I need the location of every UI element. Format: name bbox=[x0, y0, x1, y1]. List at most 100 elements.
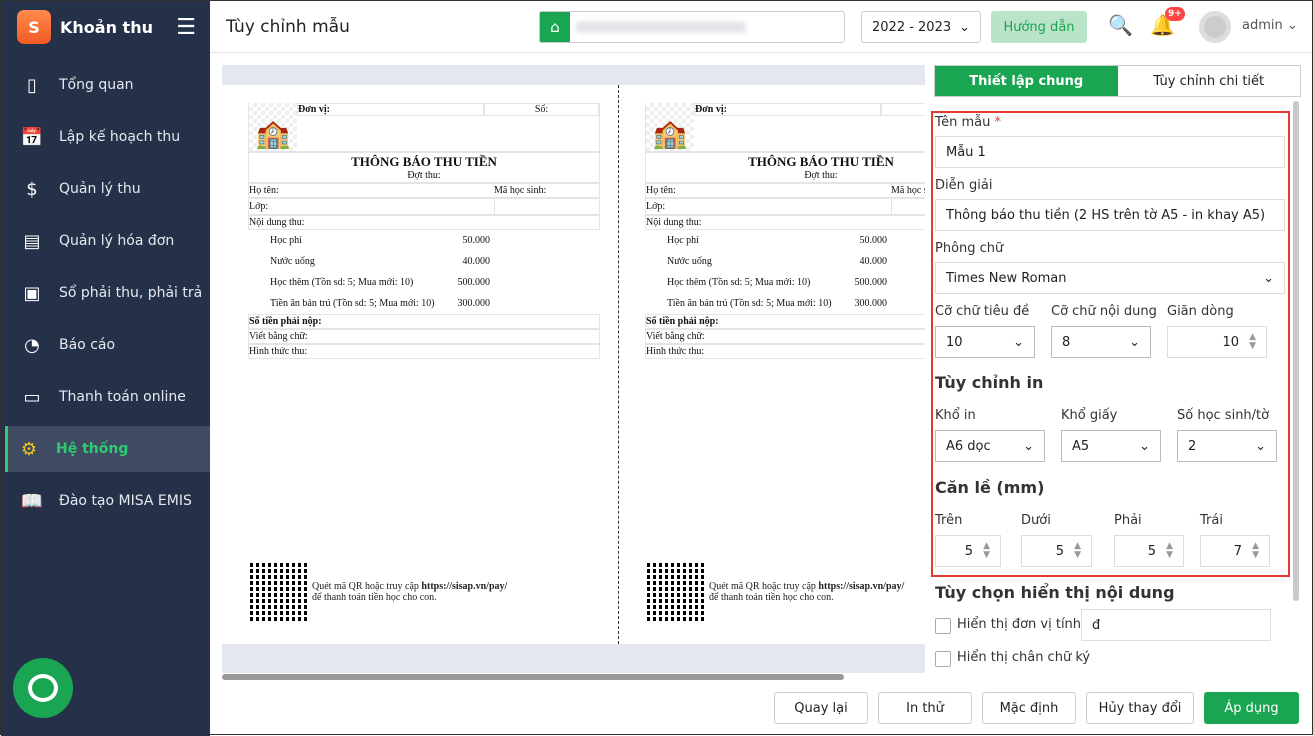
guide-button[interactable]: Hướng dẫn bbox=[991, 11, 1087, 43]
tab-detail[interactable]: Tùy chỉnh chi tiết bbox=[1118, 66, 1301, 96]
fee-item: Tiền ăn bán trú (Tồn sd: 5; Mua mới: 10)… bbox=[645, 293, 925, 314]
search-chart-icon[interactable]: 🔍 bbox=[1108, 13, 1133, 37]
receipt-title: THÔNG BÁO THU TIỀN bbox=[748, 154, 894, 169]
user-menu[interactable]: admin ⌄ bbox=[1242, 18, 1298, 33]
template-name-input[interactable]: Mẫu 1 bbox=[935, 136, 1285, 168]
title-size-label: Cỡ chữ tiêu đề bbox=[935, 304, 1030, 319]
title-size-value: 10 bbox=[946, 334, 963, 350]
calendar-dollar-icon: 📅 bbox=[20, 126, 44, 148]
school-selector[interactable]: ⌂ bbox=[539, 11, 845, 43]
sidebar-item-dao-tao[interactable]: 📖 Đào tạo MISA EMIS bbox=[1, 478, 210, 524]
cancel-changes-button[interactable]: Hủy thay đổi bbox=[1086, 692, 1194, 724]
margin-right-input[interactable]: 5 ▲ ▼ bbox=[1114, 535, 1184, 567]
paper-size-select[interactable]: A5 ⌄ bbox=[1061, 430, 1161, 462]
number-label: Số: bbox=[881, 103, 925, 116]
margin-bottom-label: Dưới bbox=[1021, 513, 1051, 528]
spinner-icon[interactable]: ▲ ▼ bbox=[983, 542, 990, 560]
content-size-select[interactable]: 8 ⌄ bbox=[1051, 326, 1151, 358]
fee-name: Học phí bbox=[270, 235, 302, 246]
year-value: 2022 - 2023 bbox=[872, 19, 952, 35]
margin-top-input[interactable]: 5 ▲ ▼ bbox=[935, 535, 1001, 567]
spinner-icon[interactable]: ▲ ▼ bbox=[1252, 542, 1259, 560]
menu-icon[interactable]: ☰ bbox=[176, 15, 196, 40]
horizontal-scrollbar[interactable] bbox=[222, 674, 844, 680]
margin-top-label: Trên bbox=[935, 513, 963, 528]
margin-left-label: Trái bbox=[1200, 513, 1223, 528]
preview-bottom-strip bbox=[222, 644, 925, 673]
margin-right-value: 5 bbox=[1147, 543, 1157, 559]
number-label: Số: bbox=[484, 103, 599, 116]
fee-amount: 500.000 bbox=[457, 277, 491, 288]
apply-button[interactable]: Áp dụng bbox=[1204, 692, 1299, 724]
paper-size-label: Khổ giấy bbox=[1061, 408, 1118, 423]
amount-due-label: Số tiền phải nộp: bbox=[646, 316, 719, 327]
font-select[interactable]: Times New Roman ⌄ bbox=[935, 262, 1285, 294]
qr-text: Quét mã QR hoặc truy cập bbox=[709, 581, 819, 592]
print-size-select[interactable]: A6 dọc ⌄ bbox=[935, 430, 1045, 462]
margin-top-value: 5 bbox=[964, 543, 974, 559]
description-input[interactable]: Thông báo thu tiền (2 HS trên tờ A5 - in… bbox=[935, 199, 1285, 231]
page-title: Tùy chỉnh mẫu bbox=[226, 16, 350, 37]
home-icon: ⌂ bbox=[540, 12, 570, 42]
fee-name: Học thêm (Tồn sd: 5; Mua mới: 10) bbox=[667, 277, 811, 288]
unit-input[interactable]: đ bbox=[1081, 609, 1271, 641]
line-spacing-input[interactable]: 10 ▲ ▼ bbox=[1167, 326, 1267, 358]
sidebar-item-so-phai-thu[interactable]: ▣ Sổ phải thu, phải trả bbox=[1, 270, 210, 316]
fee-amount: 50.000 bbox=[859, 235, 888, 246]
sidebar-item-label: Quản lý hóa đơn bbox=[59, 233, 175, 249]
spinner-icon[interactable]: ▲ ▼ bbox=[1166, 542, 1173, 560]
margin-bottom-value: 5 bbox=[1055, 543, 1065, 559]
test-print-button[interactable]: In thử bbox=[878, 692, 972, 724]
students-per-sheet-value: 2 bbox=[1188, 438, 1197, 454]
unit-label: Đơn vị: bbox=[297, 103, 484, 116]
qr-text: để thanh toán tiền học cho con. bbox=[312, 592, 437, 603]
fee-item: Học phí 50.000 bbox=[645, 230, 925, 251]
margin-left-input[interactable]: 7 ▲ ▼ bbox=[1200, 535, 1270, 567]
show-unit-checkbox[interactable] bbox=[935, 618, 951, 634]
fee-amount: 300.000 bbox=[854, 298, 888, 309]
spinner-icon[interactable]: ▲ ▼ bbox=[1249, 333, 1256, 351]
year-select[interactable]: 2022 - 2023 ⌄ bbox=[861, 11, 981, 43]
vertical-scrollbar[interactable] bbox=[1293, 101, 1299, 601]
amount-words-label: Viết bằng chữ: bbox=[249, 331, 308, 342]
amount-words-label: Viết bằng chữ: bbox=[646, 331, 705, 342]
sidebar-item-bao-cao[interactable]: ◔ Báo cáo bbox=[1, 322, 210, 368]
sidebar-item-lap-ke-hoach[interactable]: 📅 Lập kế hoạch thu bbox=[1, 114, 210, 160]
fee-item: Học phí 50.000 bbox=[248, 230, 600, 251]
sidebar-item-label: Sổ phải thu, phải trả bbox=[59, 285, 203, 301]
print-settings-heading: Tùy chỉnh in bbox=[935, 373, 1044, 392]
display-options-heading: Tùy chọn hiển thị nội dung bbox=[935, 583, 1175, 602]
tab-general[interactable]: Thiết lập chung bbox=[935, 66, 1118, 96]
description-label: Diễn giải bbox=[935, 178, 993, 193]
chat-button[interactable] bbox=[13, 658, 73, 718]
spinner-icon[interactable]: ▲ ▼ bbox=[1074, 542, 1081, 560]
fee-item: Tiền ăn bán trú (Tồn sd: 5; Mua mới: 10)… bbox=[248, 293, 600, 314]
students-per-sheet-label: Số học sinh/tờ bbox=[1177, 408, 1270, 423]
sidebar-item-label: Quản lý thu bbox=[59, 181, 141, 197]
sidebar-item-he-thong[interactable]: ⚙ Hệ thống bbox=[5, 426, 210, 472]
class-label: Lớp: bbox=[249, 201, 269, 212]
sidebar-item-quan-ly-thu[interactable]: $ Quản lý thu bbox=[1, 166, 210, 212]
fee-name: Học thêm (Tồn sd: 5; Mua mới: 10) bbox=[270, 277, 414, 288]
fee-amount: 40.000 bbox=[462, 256, 491, 267]
show-signature-checkbox[interactable] bbox=[935, 651, 951, 667]
sidebar: S Khoản thu ☰ ▯ Tổng quan 📅 Lập kế hoạch t… bbox=[1, 1, 210, 736]
margin-bottom-input[interactable]: 5 ▲ ▼ bbox=[1021, 535, 1092, 567]
hand-coin-icon: $ bbox=[26, 178, 38, 200]
qr-block: Quét mã QR hoặc truy cập https://sisap.v… bbox=[646, 562, 904, 622]
sidebar-item-hoa-don[interactable]: ▤ Quản lý hóa đơn bbox=[1, 218, 210, 264]
fee-name: Tiền ăn bán trú (Tồn sd: 5; Mua mới: 10) bbox=[667, 298, 832, 309]
student-id-label: Mã học sinh: bbox=[494, 185, 547, 196]
title-size-select[interactable]: 10 ⌄ bbox=[935, 326, 1035, 358]
pie-chart-icon: ◔ bbox=[24, 334, 40, 356]
back-button[interactable]: Quay lại bbox=[774, 692, 868, 724]
content-label: Nội dung thu: bbox=[249, 217, 305, 228]
sidebar-item-thanh-toan[interactable]: ▭ Thanh toán online bbox=[1, 374, 210, 420]
show-signature-label: Hiển thị chân chữ ký bbox=[957, 650, 1091, 665]
students-per-sheet-select[interactable]: 2 ⌄ bbox=[1177, 430, 1277, 462]
avatar[interactable] bbox=[1199, 11, 1231, 43]
chat-icon bbox=[28, 674, 58, 702]
sidebar-item-tong-quan[interactable]: ▯ Tổng quan bbox=[1, 62, 210, 108]
default-button[interactable]: Mặc định bbox=[982, 692, 1076, 724]
sidebar-nav: ▯ Tổng quan 📅 Lập kế hoạch thu $ Quản lý th… bbox=[1, 62, 210, 524]
